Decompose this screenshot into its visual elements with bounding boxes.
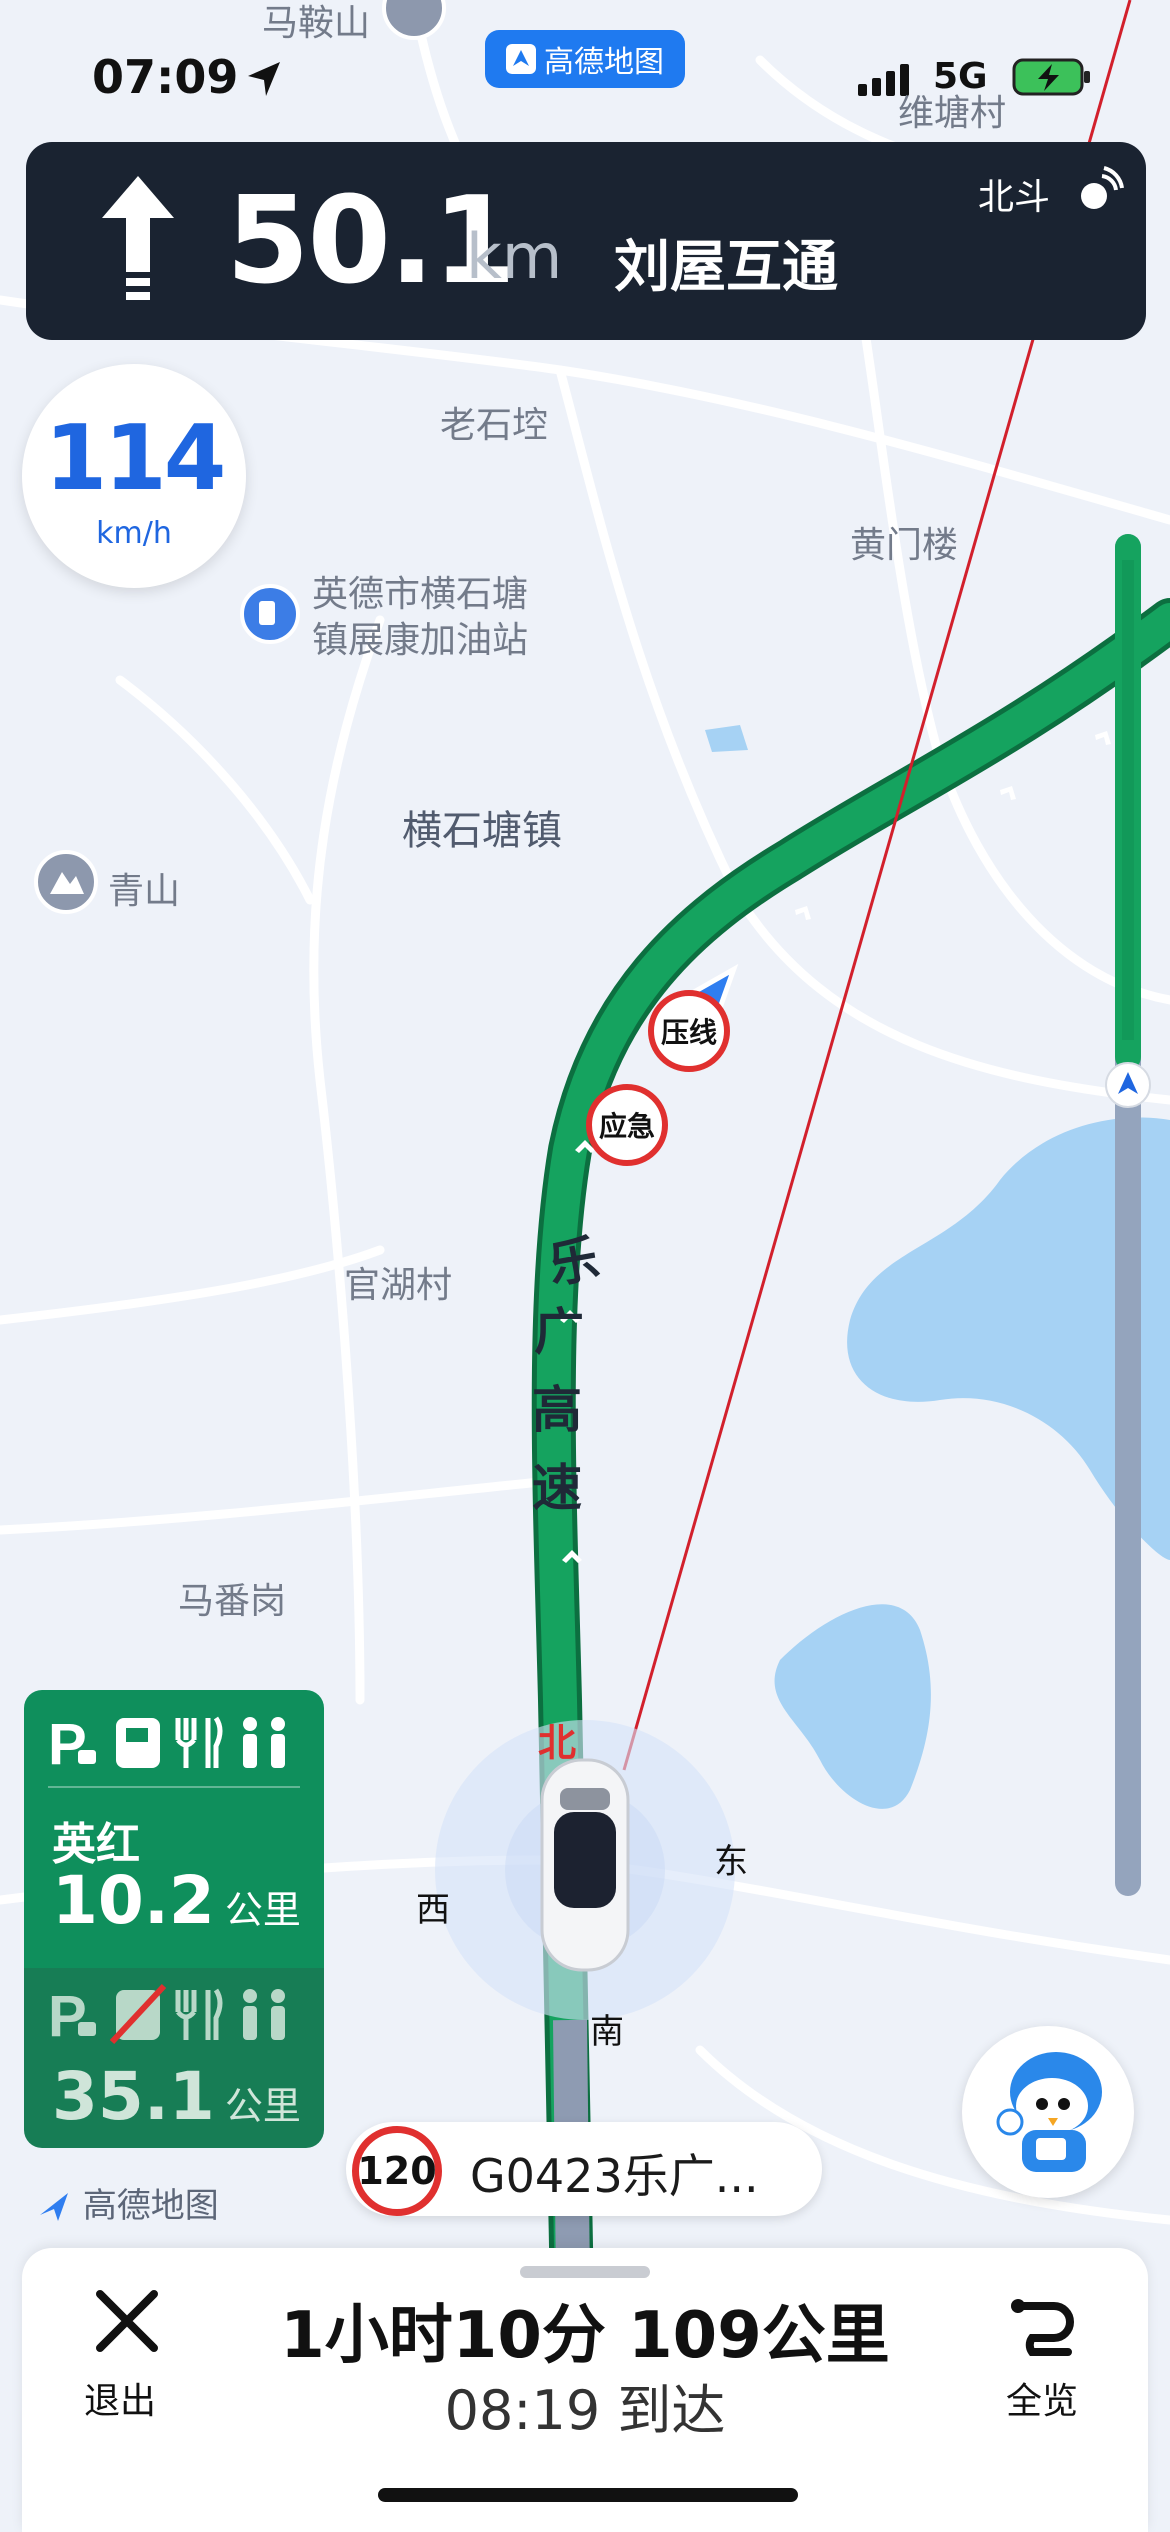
speed-limit-sign: 120 [352,2126,442,2216]
svg-text:P: P [48,1712,87,1776]
road-label-char: 速 [532,1459,582,1517]
gas-station-name-line1: 英德市横石塘 [312,574,529,615]
straight-arrow-icon [102,176,174,300]
gas-station-label[interactable]: 英德市横石塘 镇展康加油站 [312,572,528,664]
map-label: 青山 [108,871,181,912]
trip-summary: 1小时10分 109公里 [280,2299,890,2373]
sheet-drag-handle[interactable] [520,2266,650,2278]
speed-value: 114 [44,406,227,511]
gas-station-name-line2: 镇展康加油站 [312,620,529,661]
second-service-distance-value: 35.1 [52,2058,215,2135]
compass-east: 东 [714,1842,748,1882]
second-service-distance: 35.1 公里 [52,2058,301,2135]
road-label-char: 广 [534,1303,584,1361]
service-area-distance-unit: 公里 [224,1888,301,1932]
emergency-lane-sign[interactable]: 应急 [586,1084,668,1166]
app-badge-label: 高德地图 [544,45,664,80]
map-label: 维塘村 [898,93,1007,134]
amap-watermark-icon [40,2193,68,2221]
service-facility-icons-muted: P [48,1983,285,2048]
current-road-name: G0423乐广... [470,2149,759,2203]
navigation-banner: 50.1 km 刘屋互通 北斗 [26,142,1146,340]
route-overview-icon [1011,2299,1074,2356]
map-label: 马番岗 [178,1581,287,1622]
speed-unit: km/h [96,516,172,551]
compass-west: 西 [416,1890,450,1930]
map-label: 老石埪 [440,405,549,446]
next-road-name: 刘屋互通 [614,235,838,300]
current-road-pill[interactable]: 120 G0423乐广... [346,2122,822,2216]
current-speed: 114 km/h [22,364,246,588]
home-indicator[interactable] [378,2488,798,2502]
town-label: 横石塘镇 [402,808,562,854]
amap-watermark-label: 高德地图 [82,2186,219,2226]
voice-assistant-button[interactable] [962,2026,1134,2198]
battery-charging-icon [1012,58,1090,96]
amap-logo-icon [506,44,536,74]
amap-watermark: 高德地图 [38,2178,219,2227]
service-area-distance-value: 10.2 [52,1862,215,1939]
no-line-crossing-sign[interactable]: 压线 [648,990,730,1072]
service-facility-icons: P [48,1712,285,1776]
svg-text:P: P [48,1984,87,2048]
maneuver-distance-unit: km [466,220,563,293]
trip-bottom-sheet[interactable]: 退出 1小时10分 109公里 08:19 到达 全览 [22,2248,1148,2532]
map-label: 官湖村 [344,1265,453,1306]
map-label: 黄门楼 [850,525,959,566]
location-arrow-icon [248,62,280,96]
service-area-card[interactable]: P 英红 10.2 公里 P 35.1 公里 [24,1690,324,2148]
service-area-second: P 35.1 公里 [24,1968,324,2148]
overview-label: 全览 [1006,2381,1079,2422]
arrival-time: 08:19 到达 [444,2379,726,2442]
compass-north: 北 [538,1721,577,1765]
compass-south: 南 [590,2012,624,2052]
map-label: 马鞍山 [262,3,371,44]
satellite-icon [1081,166,1124,209]
assistant-mascot-icon [996,2052,1102,2172]
second-service-distance-unit: 公里 [224,2084,301,2128]
gps-source-label: 北斗 [978,177,1051,218]
service-area-distance: 10.2 公里 [52,1862,301,1939]
road-label-char: 高 [532,1381,582,1439]
status-time: 07:09 [92,50,239,104]
service-area-next: P 英红 10.2 公里 [24,1690,324,1968]
app-badge[interactable]: 高德地图 [485,30,685,88]
